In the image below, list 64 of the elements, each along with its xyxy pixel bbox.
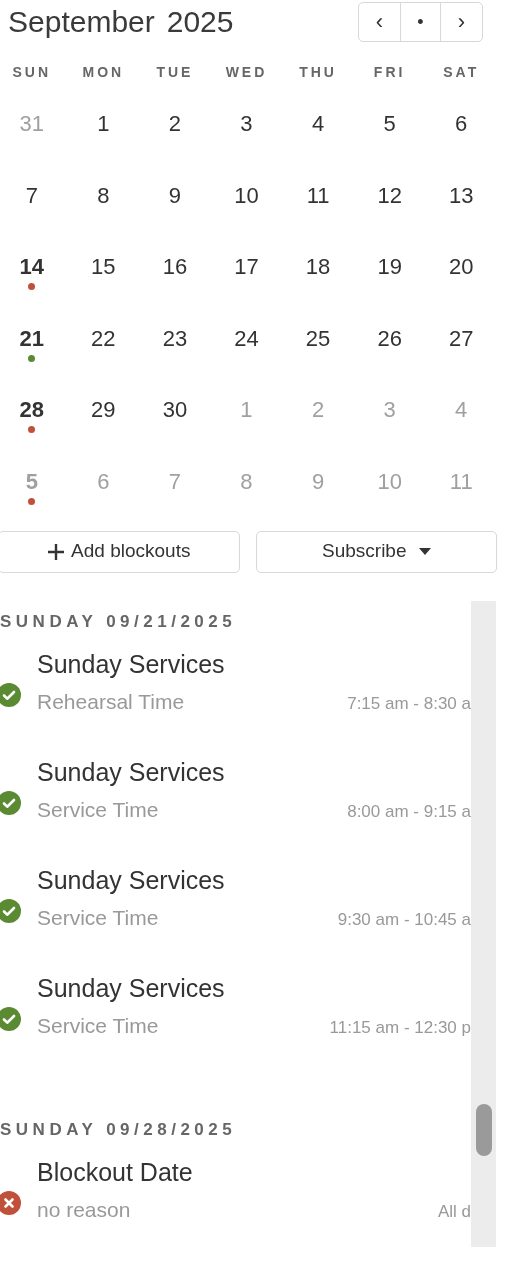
weekday-label: TUE	[156, 63, 194, 82]
calendar-day[interactable]: 8	[97, 182, 110, 209]
calendar-day[interactable]: 30	[162, 397, 188, 424]
calendar-day[interactable]: 5	[383, 111, 396, 137]
plus-icon	[47, 542, 66, 561]
calendar-day[interactable]: 29	[91, 397, 116, 424]
calendar-day[interactable]: 16	[162, 254, 188, 281]
calendar-day[interactable]: 13	[448, 182, 474, 209]
event-subtitle: no reason	[37, 1196, 131, 1223]
today-button[interactable]: •	[400, 3, 441, 41]
subscribe-dropdown[interactable]: Subscribe	[255, 530, 497, 573]
month-title: September	[8, 7, 155, 37]
add-blockouts-button[interactable]: Add blockouts	[0, 530, 240, 573]
calendar-day[interactable]: 18	[305, 254, 331, 281]
event-subtitle: Service Time	[37, 1012, 159, 1039]
event-time: 7:15 am - 8:30 a	[347, 692, 471, 715]
event-subtitle: Service Time	[37, 904, 159, 931]
event-title[interactable]: Sunday Services	[37, 864, 225, 895]
calendar-day[interactable]: 26	[377, 325, 402, 352]
event-time: 8:00 am - 9:15 a	[347, 800, 471, 823]
calendar-day[interactable]: 6	[455, 111, 468, 137]
event-time: 9:30 am - 10:45 a	[337, 908, 471, 931]
scrollbar-thumb[interactable]	[476, 1103, 492, 1156]
event-title[interactable]: Sunday Services	[37, 756, 225, 787]
weekday-label: SUN	[12, 63, 52, 82]
calendar-day[interactable]: 12	[377, 182, 402, 209]
weekday-label: WED	[225, 63, 268, 82]
weekday-label: MON	[82, 63, 125, 82]
calendar-day[interactable]: 21	[19, 325, 44, 352]
calendar-day[interactable]: 25	[305, 325, 331, 352]
calendar-day[interactable]: 17	[234, 254, 259, 281]
calendar-day[interactable]: 22	[91, 325, 116, 352]
calendar-day[interactable]: 14	[19, 254, 44, 281]
calendar-day[interactable]: 10	[234, 182, 259, 209]
calendar-day[interactable]: 28	[19, 397, 44, 424]
calendar-day[interactable]: 9	[168, 182, 182, 209]
event-time: All d	[437, 1200, 471, 1223]
calendar-day[interactable]: 11	[306, 182, 330, 209]
next-month-button[interactable]: ›	[441, 3, 482, 41]
calendar-day[interactable]: 24	[234, 325, 259, 352]
calendar-day[interactable]: 7	[25, 182, 38, 209]
calendar-day[interactable]: 3	[240, 111, 253, 137]
calendar-day[interactable]: 20	[448, 254, 474, 281]
calendar-day[interactable]: 19	[377, 254, 402, 281]
event-subtitle: Rehearsal Time	[37, 688, 185, 715]
year-title: 2025	[166, 7, 234, 37]
date-heading: SUNDAY 09/21/2025	[0, 611, 237, 631]
event-title[interactable]: Blockout Date	[37, 1156, 193, 1187]
calendar-day[interactable]: 23	[162, 325, 188, 352]
event-title[interactable]: Sunday Services	[37, 648, 225, 679]
calendar-day[interactable]: 15	[91, 254, 116, 281]
calendar-day[interactable]: 2	[168, 111, 182, 137]
event-subtitle: Service Time	[37, 796, 159, 823]
event-title[interactable]: Sunday Services	[37, 972, 225, 1003]
date-heading: SUNDAY 09/28/2025	[0, 1119, 237, 1139]
event-time: 11:15 am - 12:30 p	[329, 1016, 471, 1039]
caret-icon	[418, 548, 431, 556]
calendar-day[interactable]: 27	[448, 325, 474, 352]
weekday-label: SAT	[443, 63, 480, 82]
calendar-day[interactable]: 4	[311, 111, 325, 137]
weekday-label: THU	[299, 63, 337, 82]
previous-month-button[interactable]: ‹	[359, 3, 400, 41]
calendar-day[interactable]: 1	[97, 111, 110, 137]
weekday-label: FRI	[373, 63, 406, 82]
